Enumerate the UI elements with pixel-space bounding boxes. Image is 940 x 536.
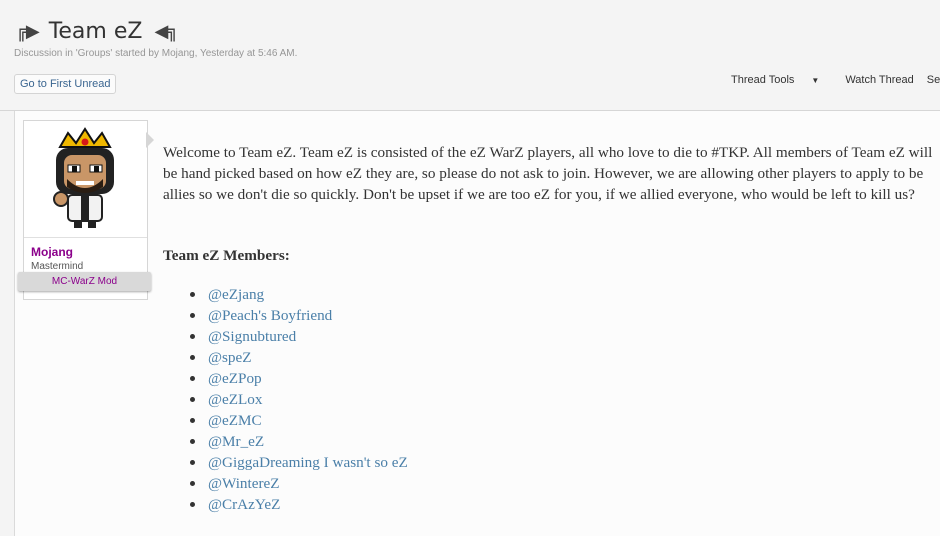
bullet-icon [190,292,195,297]
member-mention-link[interactable]: @eZjang [208,286,264,303]
member-mention-link[interactable]: @WintereZ [208,475,280,492]
member-mention-link[interactable]: @eZMC [208,412,262,429]
thread-tools-menu[interactable]: Thread Tools ▼ [731,74,832,86]
bullet-icon [190,439,195,444]
member-mention-link[interactable]: @eZLox [208,391,262,408]
bullet-icon [190,460,195,465]
thread-title-bar: ╔▶ Team eZ ◀╗ [16,16,178,46]
watch-thread-link[interactable]: Watch Thread [845,74,913,86]
members-heading: Team eZ Members: [163,247,290,264]
list-item: @CrAzYeZ [190,494,408,515]
avatar-image [53,127,114,228]
list-item: @WintereZ [190,473,408,494]
list-item: @eZPop [190,368,408,389]
member-mention-link[interactable]: @Peach's Boyfriend [208,307,332,324]
list-item: @eZLox [190,389,408,410]
title-decoration-right: ◀╗ [154,20,178,42]
list-item: @eZMC [190,410,408,431]
first-unread-button[interactable]: Go to First Unread [14,74,117,94]
members-list: @eZjang @Peach's Boyfriend @Signubtured … [190,284,408,515]
bullet-icon [190,397,195,402]
member-mention-link[interactable]: @eZPop [208,370,262,387]
member-mention-link[interactable]: @Mr_eZ [208,433,264,450]
username-link[interactable]: Mojang [31,245,73,259]
bullet-icon [190,313,195,318]
member-mention-link[interactable]: @speZ [208,349,252,366]
list-item: @GiggaDreaming I wasn't so eZ [190,452,408,473]
bullet-icon [190,334,195,339]
thread-title: Team eZ [48,18,143,44]
user-card-arrow [146,132,154,148]
bullet-icon [190,481,195,486]
title-decoration-left: ╔▶ [16,20,40,42]
list-item: @Peach's Boyfriend [190,305,408,326]
bullet-icon [190,418,195,423]
list-item: @eZjang [190,284,408,305]
thread-controls: Thread Tools ▼ Watch Thread Selected I [731,74,940,86]
list-item: @speZ [190,347,408,368]
member-mention-link[interactable]: @Signubtured [208,328,296,345]
member-mention-link[interactable]: @GiggaDreaming I wasn't so eZ [208,454,408,471]
bullet-icon [190,355,195,360]
thread-tools-label: Thread Tools [731,74,795,86]
chevron-down-icon: ▼ [811,76,820,85]
bullet-icon [190,502,195,507]
list-item: @Signubtured [190,326,408,347]
user-title: Mastermind [31,261,84,272]
list-item: @Mr_eZ [190,431,408,452]
selected-link[interactable]: Selected I [927,74,940,86]
post-body: Welcome to Team eZ. Team eZ is consisted… [163,144,933,203]
bullet-icon [190,376,195,381]
thread-meta: Discussion in 'Groups' started by Mojang… [14,48,298,59]
user-ribbon-badge: MC-WarZ Mod [18,272,151,291]
member-mention-link[interactable]: @CrAzYeZ [208,496,280,513]
avatar[interactable] [24,121,147,238]
